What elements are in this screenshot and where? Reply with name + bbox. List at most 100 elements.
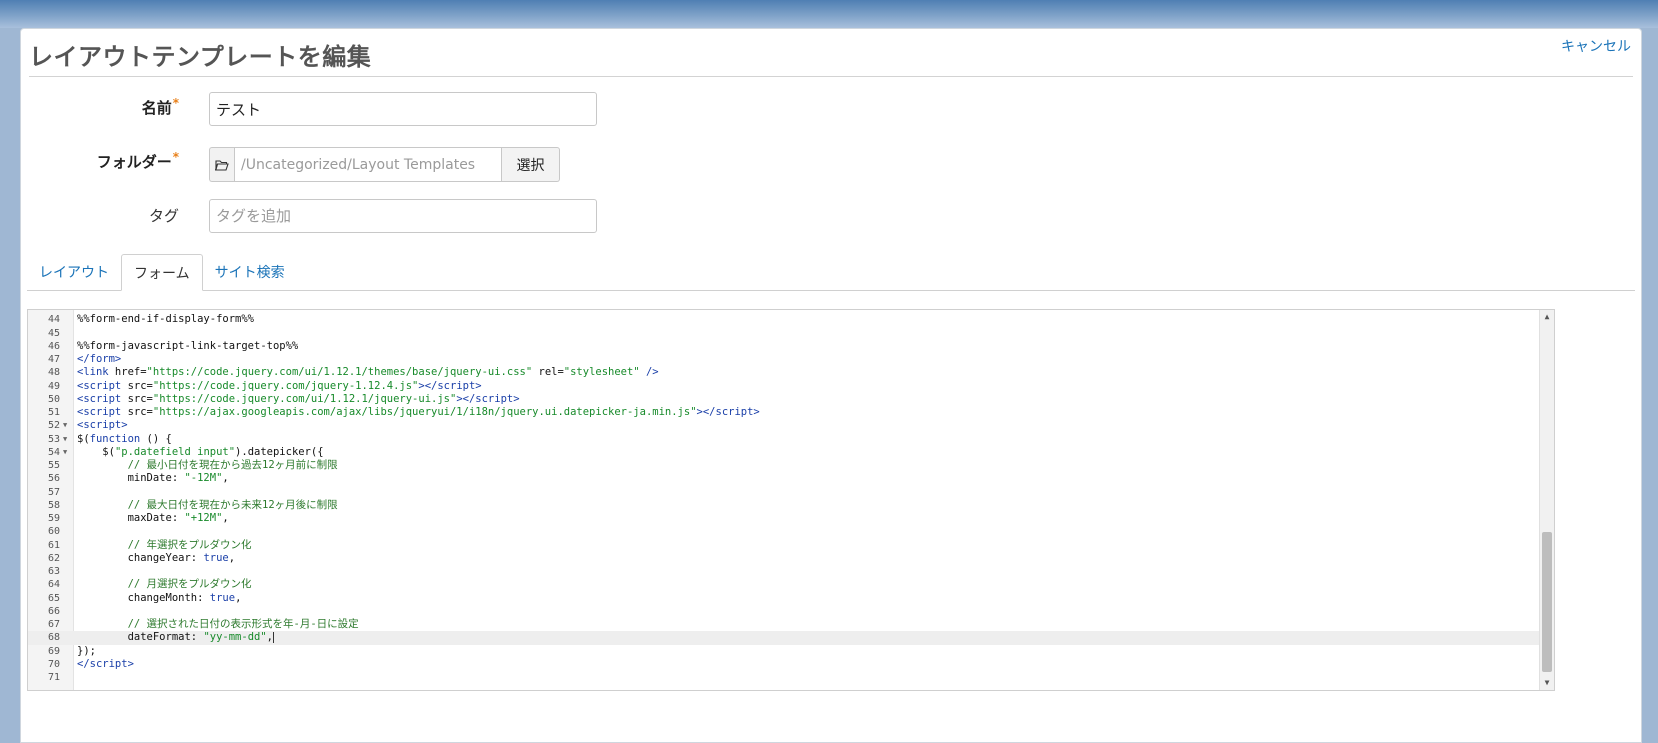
code-text: $("p.datefield input").datepicker({ (77, 445, 324, 458)
line-number: 60 (47, 526, 60, 538)
line-number: 54 (47, 446, 60, 458)
line-number: 69 (47, 645, 60, 657)
fold-arrow-icon[interactable]: ▼ (63, 433, 67, 446)
code-line[interactable]: 62 changeYear: true, (28, 552, 1540, 565)
code-line[interactable]: 68 dateFormat: "yy-mm-dd", (28, 631, 1540, 645)
code-line[interactable]: 63 (28, 565, 1540, 578)
code-line[interactable]: 67 // 選択された日付の表示形式を年-月-日に設定 (28, 618, 1540, 631)
name-input[interactable] (209, 92, 597, 126)
line-number: 58 (47, 499, 60, 511)
code-text: dateFormat: "yy-mm-dd", (77, 631, 274, 644)
code-line[interactable]: 66 (28, 605, 1540, 618)
code-text: <link href="https://code.jquery.com/ui/1… (77, 366, 659, 379)
window-top-strip (0, 0, 1658, 28)
scroll-down-icon[interactable]: ▼ (1540, 676, 1554, 690)
scroll-up-icon[interactable]: ▲ (1540, 310, 1554, 324)
code-line[interactable]: 57 (28, 486, 1540, 499)
line-number: 56 (47, 473, 60, 485)
code-text: maxDate: "+12M", (77, 512, 229, 524)
cancel-link[interactable]: キャンセル (1561, 36, 1631, 56)
code-line[interactable]: 65 changeMonth: true, (28, 592, 1540, 605)
line-number: 55 (47, 460, 60, 471)
code-line[interactable]: 47 </form> (28, 353, 1540, 366)
code-text: <script src="https://ajax.googleapis.com… (77, 406, 760, 418)
code-text: }); (77, 644, 96, 657)
scrollbar-thumb[interactable] (1542, 532, 1552, 672)
code-line[interactable]: 61 // 年選択をプルダウン化 (28, 539, 1540, 552)
code-line[interactable]: 59 maxDate: "+12M", (28, 512, 1540, 525)
code-line[interactable]: 44 %%form-end-if-display-form%% (28, 313, 1540, 326)
code-line[interactable]: 56 minDate: "-12M", (28, 472, 1540, 485)
code-text: changeMonth: true, (77, 591, 242, 604)
folder-label: フォルダー* (96, 150, 179, 171)
line-number: 46 (47, 340, 60, 352)
editor-tabs: レイアウト フォーム サイト検索 (27, 254, 1635, 291)
code-line[interactable]: 45 (28, 327, 1540, 340)
title-divider (29, 76, 1633, 77)
code-line[interactable]: 69}); (28, 645, 1540, 658)
code-line[interactable]: 51 <script src="https://ajax.googleapis.c… (28, 406, 1540, 419)
tag-label: タグ (148, 207, 179, 225)
line-number: 52 (47, 420, 60, 432)
tab-site-search[interactable]: サイト検索 (203, 254, 297, 290)
code-text: // 最小日付を現在から過去12ヶ月前に制限 (127, 459, 338, 471)
code-text: <script> (77, 419, 128, 432)
line-number: 66 (47, 605, 60, 617)
line-number: 63 (47, 566, 60, 577)
code-text: // 月選択をプルダウン化 (127, 578, 252, 591)
line-number: 68 (47, 632, 60, 644)
code-text: // 選択された日付の表示形式を年-月-日に設定 (127, 618, 359, 630)
code-line[interactable]: 60 (28, 525, 1540, 538)
code-text: %%form-javascript-link-target-top%% (77, 339, 299, 352)
code-text: %%form-end-if-display-form%% (77, 313, 255, 326)
tab-layout[interactable]: レイアウト (27, 254, 121, 290)
line-number: 67 (47, 619, 60, 630)
folder-select-button[interactable]: 選択 (502, 147, 560, 182)
folder-picker: 選択 (209, 147, 560, 182)
code-text: minDate: "-12M", (77, 472, 229, 485)
code-line[interactable]: 55 // 最小日付を現在から過去12ヶ月前に制限 (28, 459, 1540, 472)
line-number: 71 (47, 672, 60, 683)
code-line[interactable]: 71 (28, 671, 1540, 684)
line-number: 44 (47, 314, 60, 326)
line-number: 62 (47, 552, 60, 564)
code-lines: 4344%%form-end-if-display-form%%4546%%fo… (28, 310, 1540, 684)
code-line[interactable]: 64 // 月選択をプルダウン化 (28, 578, 1540, 591)
fold-arrow-icon[interactable]: ▼ (63, 419, 67, 432)
code-line[interactable]: 58 // 最大日付を現在から未来12ヶ月後に制限 (28, 499, 1540, 512)
code-line[interactable]: 52 ▼ <script> (28, 419, 1540, 432)
folder-open-icon[interactable] (209, 147, 234, 182)
required-mark: * (172, 150, 179, 164)
line-number: 59 (47, 513, 60, 524)
line-number: 57 (47, 486, 60, 498)
line-number: 64 (47, 579, 60, 591)
line-number: 61 (47, 539, 60, 551)
tab-form[interactable]: フォーム (121, 254, 203, 291)
code-line[interactable]: 50 <script src="https://code.jquery.com/u… (28, 393, 1540, 406)
code-text: </script> (77, 657, 134, 670)
code-text: // 年選択をプルダウン化 (127, 538, 252, 551)
folder-input[interactable] (234, 147, 502, 182)
tag-input[interactable] (209, 199, 597, 233)
line-number: 51 (47, 407, 60, 418)
name-label: 名前* (141, 96, 179, 117)
code-text: // 最大日付を現在から未来12ヶ月後に制限 (127, 498, 338, 511)
code-line[interactable]: 53 ▼ $(function () { (28, 433, 1540, 446)
code-line[interactable]: 49 <script src="https://code.jquery.com/j… (28, 380, 1540, 393)
code-text: changeYear: true, (77, 551, 236, 564)
code-line[interactable]: 48 <link href="https://code.jquery.com/ui… (28, 366, 1540, 379)
code-line[interactable]: 46 %%form-javascript-link-target-top%% (28, 340, 1540, 353)
line-number: 53 (47, 433, 60, 445)
edit-layout-template-panel: レイアウトテンプレートを編集 キャンセル 名前* フォルダー* 選択 タグ レイ… (20, 28, 1642, 743)
code-line[interactable]: 54 ▼ $("p.datefield input").datepicker({ (28, 446, 1540, 459)
code-text: <script src="https://code.jquery.com/jqu… (77, 379, 482, 392)
line-number: 45 (47, 327, 60, 339)
line-number: 47 (47, 354, 60, 365)
fold-arrow-icon[interactable]: ▼ (63, 446, 67, 459)
line-number: 70 (47, 658, 60, 670)
code-text: </form> (77, 353, 122, 365)
line-number: 48 (47, 367, 60, 379)
code-line[interactable]: 70 </script> (28, 658, 1540, 671)
code-editor[interactable]: 4344%%form-end-if-display-form%%4546%%fo… (27, 309, 1555, 691)
editor-scrollbar[interactable]: ▲ ▼ (1539, 310, 1554, 690)
